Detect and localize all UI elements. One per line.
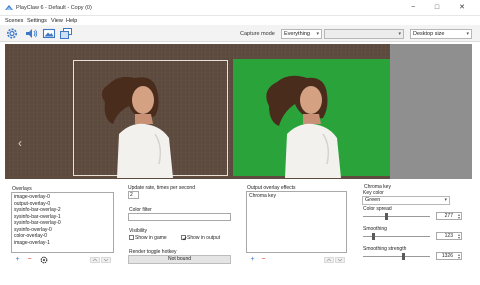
list-item[interactable]: sysinfo-overlay-0 [14,227,52,233]
color-spread-track[interactable] [363,216,430,217]
menu-help[interactable]: Help [66,18,77,24]
subject-image [266,75,341,178]
smoothing-strength-label: Smoothing strength [363,246,407,252]
list-item[interactable]: output-overlay-0 [14,201,50,207]
remove-overlay-button[interactable]: − [25,256,34,264]
key-color-value: Green [365,197,381,203]
add-overlay-button[interactable]: + [13,256,22,264]
color-spread-input[interactable]: 277 ▴ ▾ [436,212,462,220]
smoothing-thumb[interactable] [371,233,375,240]
color-spread-thumb[interactable] [384,213,388,220]
color-filter-field[interactable] [128,213,231,221]
close-button[interactable]: ✕ [455,3,469,13]
subject-image [101,76,173,178]
list-item[interactable]: image-overlay-1 [14,240,50,246]
stepper-icon[interactable]: ▴ ▾ [458,233,460,240]
size-value: Desktop size [413,31,445,37]
move-arrows[interactable] [324,257,346,263]
list-item[interactable]: sysinfo-bar-overlay-1 [14,214,61,220]
key-color-select[interactable]: Green ▾ [362,196,450,205]
layers-icon[interactable] [59,27,73,40]
chevron-down-icon: ▾ [316,31,319,37]
list-item[interactable]: sysinfo-bar-overlay-2 [14,207,61,213]
stepper-icon[interactable]: ▴ ▾ [458,253,460,260]
show-in-game-label: Show in game [135,235,167,241]
update-rate-input[interactable]: 2 [128,191,139,199]
app-logo-icon [5,5,13,10]
capture-mode-select[interactable]: Everything ▾ [281,29,322,39]
smoothing-strength-value: 1326 [441,253,453,259]
hotkey-button[interactable]: Not bound [128,255,231,264]
chevron-down-icon: ▾ [466,31,469,37]
show-in-output-checkbox[interactable]: Show in output [181,235,220,241]
capture-mode-value: Everything [284,31,310,37]
smoothing-strength-track[interactable] [363,256,430,257]
list-item[interactable]: color-overlay-0 [14,233,47,239]
window-title: PlayClaw 6 - Default - Copy (0) [16,5,92,11]
smoothing-strength-input[interactable]: 1326 ▴ ▾ [436,252,462,260]
color-spread-value: 277 [444,213,453,219]
smoothing-value: 123 [444,233,453,239]
capture-mode-label: Capture mode [240,31,275,37]
previous-arrow[interactable]: ‹ [18,136,22,150]
menu-scenes[interactable]: Scenes [5,18,23,24]
gear-icon[interactable] [40,256,48,264]
overlays-list[interactable]: image-overlay-0 output-overlay-0 sysinfo… [11,192,114,253]
show-in-game-checkbox[interactable]: Show in game [129,235,167,241]
list-item[interactable]: sysinfo-bar-overlay-0 [14,220,61,226]
chevron-down-icon: ▾ [398,31,401,37]
checkbox-box[interactable] [129,235,134,241]
smoothing-strength-thumb[interactable] [401,253,405,260]
list-item[interactable]: Chroma key [249,193,276,199]
chevron-down-icon: ▾ [444,197,447,203]
visibility-label: Visibility [129,228,147,234]
effects-list[interactable]: Chroma key [246,191,347,253]
check-icon [182,236,187,241]
show-in-output-label: Show in output [187,235,221,241]
image-icon[interactable] [42,27,56,40]
minimize-button[interactable]: − [406,3,420,13]
list-item[interactable]: image-overlay-0 [14,194,50,200]
smoothing-label: Smoothing [363,226,387,232]
gear-icon[interactable] [5,27,19,40]
smoothing-input[interactable]: 123 ▴ ▾ [436,232,462,240]
speaker-icon[interactable] [24,27,38,40]
checkbox-box[interactable] [181,235,187,241]
add-effect-button[interactable]: + [248,256,257,264]
move-arrows[interactable] [90,257,112,263]
maximize-button[interactable]: □ [430,3,444,13]
menu-view[interactable]: View [51,18,63,24]
capture-target-select[interactable]: ▾ [324,29,404,39]
menu-settings[interactable]: Settings [27,18,47,24]
color-spread-label: Color spread [363,206,392,212]
preview-empty-area [390,44,472,179]
size-select[interactable]: Desktop size ▾ [410,29,472,39]
remove-effect-button[interactable]: − [259,256,268,264]
stepper-icon[interactable]: ▴ ▾ [458,213,460,220]
